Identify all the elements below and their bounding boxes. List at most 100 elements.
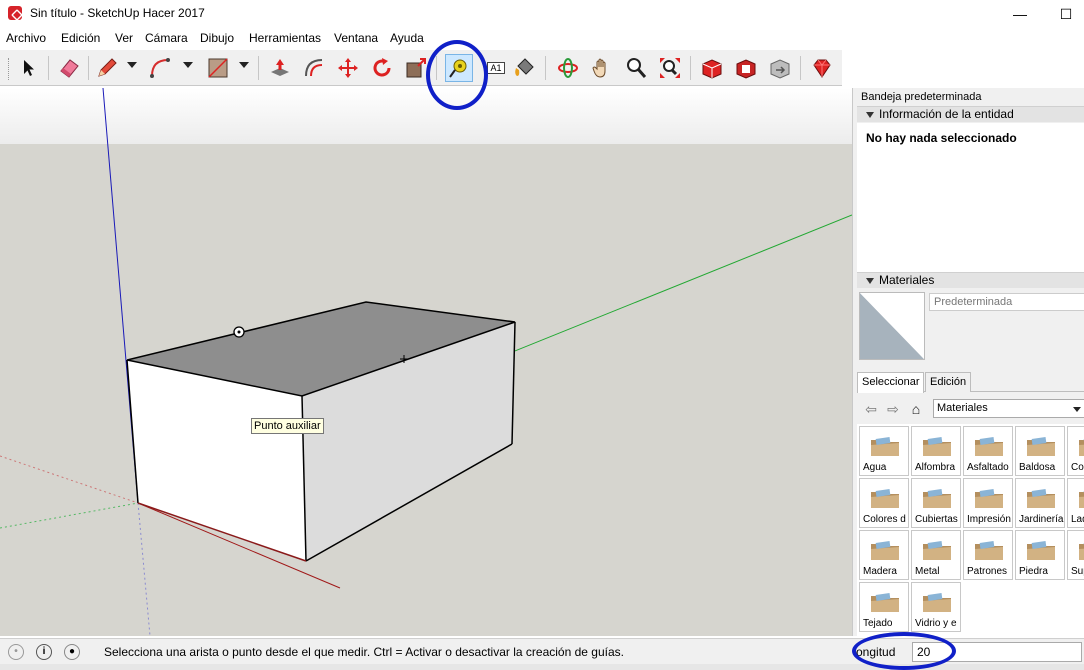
folder-icon bbox=[923, 541, 951, 560]
material-swatch-label: Colores d bbox=[863, 514, 906, 525]
material-swatch-label: Lad bbox=[1071, 514, 1084, 525]
extension-warehouse-icon bbox=[736, 59, 756, 79]
tray-title: Bandeja predeterminada bbox=[861, 91, 982, 103]
menu-edicion[interactable]: Edición bbox=[61, 30, 100, 46]
back-arrow-icon[interactable]: ⇦ bbox=[863, 401, 879, 417]
material-swatch[interactable]: Colores d bbox=[859, 478, 909, 528]
material-swatch[interactable]: Baldosa bbox=[1015, 426, 1065, 476]
entity-info-header[interactable]: Información de la entidad bbox=[857, 106, 1084, 122]
move-tool-button[interactable] bbox=[334, 54, 362, 82]
collection-select-value: Materiales bbox=[937, 402, 988, 414]
zoom-tool-button[interactable] bbox=[622, 54, 650, 82]
rectangle-dropdown-caret[interactable] bbox=[239, 62, 249, 68]
material-swatch-label: Asfaltado bbox=[967, 462, 1009, 473]
material-swatch[interactable]: Asfaltado bbox=[963, 426, 1013, 476]
arc-dropdown-caret[interactable] bbox=[183, 62, 193, 68]
pencil-icon bbox=[98, 58, 117, 77]
tape-measure-tool-button[interactable] bbox=[445, 54, 473, 82]
folder-icon bbox=[923, 437, 951, 456]
share-model-icon bbox=[770, 59, 790, 79]
arc-tool-button[interactable] bbox=[146, 54, 174, 82]
menu-camara[interactable]: Cámara bbox=[145, 30, 188, 46]
menu-bar: Archivo Edición Ver Cámara Dibujo Herram… bbox=[0, 30, 1084, 48]
geo-location-icon[interactable]: • bbox=[8, 644, 24, 660]
collection-select[interactable]: Materiales bbox=[933, 399, 1084, 418]
folder-icon bbox=[975, 489, 1003, 508]
model-viewport[interactable]: Punto auxiliar bbox=[0, 88, 852, 636]
material-swatch[interactable]: Jardinería bbox=[1015, 478, 1065, 528]
material-swatch-label: Agua bbox=[863, 462, 887, 473]
share-model-button[interactable] bbox=[766, 54, 794, 82]
tab-seleccionar[interactable]: Seleccionar bbox=[857, 372, 925, 393]
eraser-tool-button[interactable] bbox=[55, 54, 83, 82]
select-tool-button[interactable] bbox=[15, 54, 43, 82]
toolbar-grip[interactable] bbox=[8, 58, 11, 80]
material-swatch[interactable]: Co bbox=[1067, 426, 1084, 476]
material-swatch[interactable]: Impresión bbox=[963, 478, 1013, 528]
menu-dibujo[interactable]: Dibujo bbox=[200, 30, 234, 46]
menu-ventana[interactable]: Ventana bbox=[334, 30, 378, 46]
pan-tool-button[interactable] bbox=[588, 54, 616, 82]
zoom-extents-tool-button[interactable] bbox=[656, 54, 684, 82]
rectangle-tool-button[interactable] bbox=[204, 54, 232, 82]
rotate-tool-button[interactable] bbox=[368, 54, 396, 82]
status-message: Selecciona una arista o punto desde el q… bbox=[104, 645, 624, 659]
text-icon: A1 bbox=[487, 62, 505, 74]
menu-herramientas[interactable]: Herramientas bbox=[249, 30, 321, 46]
arc-icon bbox=[150, 58, 170, 78]
pan-hand-icon bbox=[592, 58, 606, 78]
push-pull-tool-button[interactable] bbox=[266, 54, 294, 82]
maximize-button[interactable]: ☐ bbox=[1046, 2, 1084, 26]
paint-bucket-tool-button[interactable] bbox=[510, 54, 538, 82]
material-name-field[interactable]: Predeterminada bbox=[929, 293, 1084, 311]
menu-ver[interactable]: Ver bbox=[115, 30, 133, 46]
menu-ayuda[interactable]: Ayuda bbox=[390, 30, 424, 46]
folder-icon bbox=[871, 437, 899, 456]
materials-header[interactable]: Materiales bbox=[857, 272, 1084, 288]
3d-warehouse-button[interactable] bbox=[698, 54, 726, 82]
eraser-icon bbox=[60, 59, 79, 78]
orbit-tool-button[interactable] bbox=[554, 54, 582, 82]
user-account-icon[interactable]: ● bbox=[64, 644, 80, 660]
forward-arrow-icon[interactable]: ⇨ bbox=[885, 401, 901, 417]
minimize-button[interactable]: — bbox=[1000, 2, 1040, 26]
line-tool-button[interactable] bbox=[93, 54, 121, 82]
default-material-swatch-icon bbox=[860, 293, 924, 359]
folder-icon bbox=[1079, 437, 1084, 456]
info-icon[interactable]: i bbox=[36, 644, 52, 660]
material-swatch[interactable]: Madera bbox=[859, 530, 909, 580]
material-swatch[interactable]: Piedra bbox=[1015, 530, 1065, 580]
rotate-icon bbox=[373, 58, 391, 77]
tab-edicion[interactable]: Edición bbox=[925, 372, 972, 392]
toolbar-separator bbox=[690, 56, 691, 80]
line-dropdown-caret[interactable] bbox=[127, 62, 137, 68]
folder-icon bbox=[923, 593, 951, 612]
folder-icon bbox=[975, 437, 1003, 456]
extension-warehouse-button[interactable] bbox=[732, 54, 760, 82]
offset-tool-button[interactable] bbox=[300, 54, 328, 82]
folder-icon bbox=[871, 541, 899, 560]
material-swatch[interactable]: Agua bbox=[859, 426, 909, 476]
paint-bucket-icon bbox=[515, 58, 534, 76]
material-swatch[interactable]: Lad bbox=[1067, 478, 1084, 528]
text-tool-button[interactable]: A1 bbox=[482, 54, 510, 82]
material-swatch[interactable]: Cubiertas bbox=[911, 478, 961, 528]
home-icon[interactable]: ⌂ bbox=[908, 401, 924, 417]
material-swatch[interactable]: Metal bbox=[911, 530, 961, 580]
folder-icon bbox=[1079, 541, 1084, 560]
material-swatch[interactable]: Sup bbox=[1067, 530, 1084, 580]
material-swatch[interactable]: Vidrio y e bbox=[911, 582, 961, 632]
entity-info-title: Información de la entidad bbox=[879, 107, 1014, 121]
material-preview[interactable] bbox=[859, 292, 925, 360]
toolbar-separator bbox=[258, 56, 259, 80]
scale-tool-button[interactable] bbox=[402, 54, 430, 82]
sky bbox=[0, 88, 852, 144]
material-swatch[interactable]: Patrones bbox=[963, 530, 1013, 580]
toolbar-separator bbox=[48, 56, 49, 80]
menu-archivo[interactable]: Archivo bbox=[6, 30, 46, 46]
ruby-icon bbox=[813, 59, 831, 78]
material-swatch[interactable]: Tejado bbox=[859, 582, 909, 632]
material-swatch[interactable]: Alfombra bbox=[911, 426, 961, 476]
measurements-input[interactable]: 20 bbox=[912, 642, 1082, 662]
extension-manager-button[interactable] bbox=[808, 54, 836, 82]
